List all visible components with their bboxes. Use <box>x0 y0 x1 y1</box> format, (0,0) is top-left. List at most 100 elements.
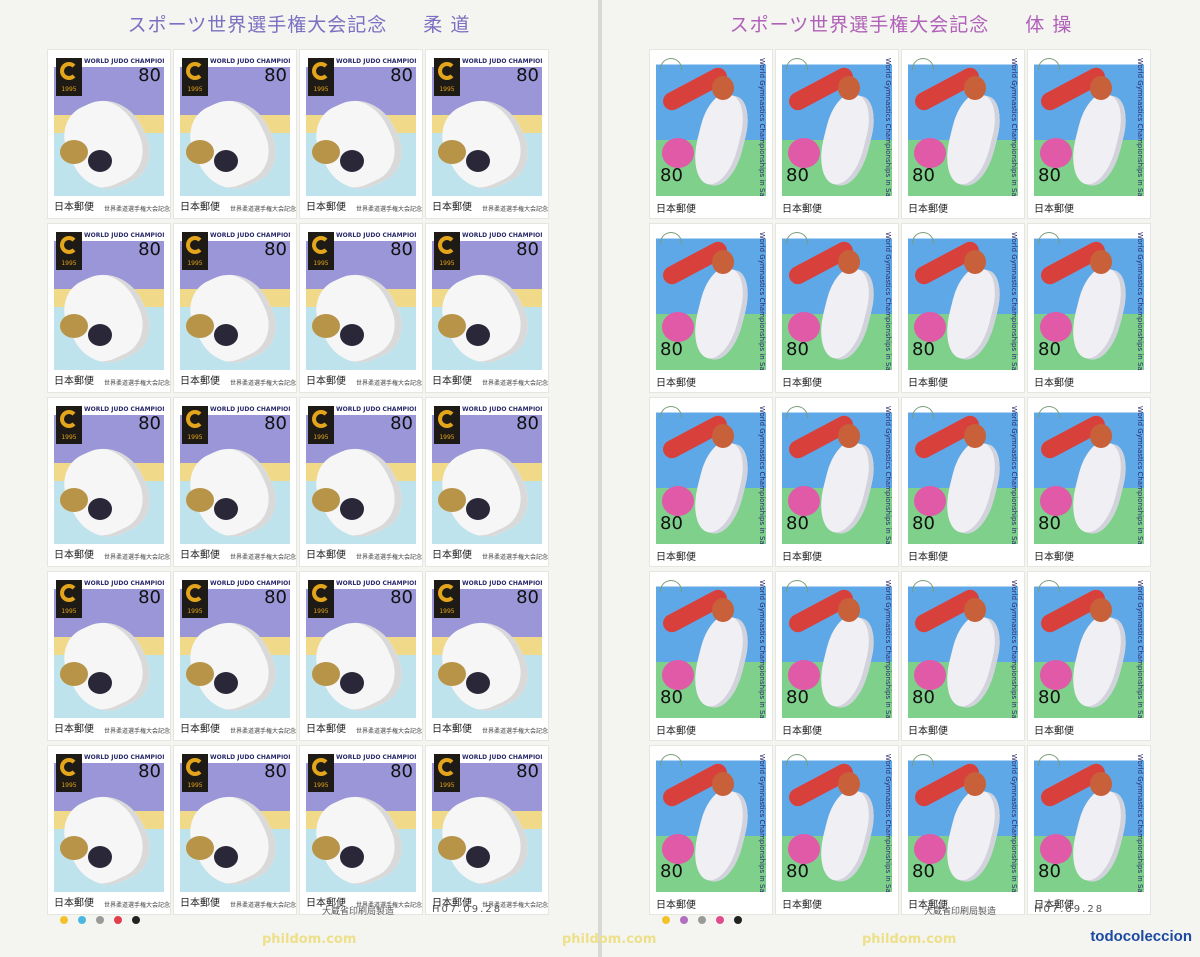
sheet-title: スポーツ世界選手権大会記念体 操 <box>729 14 1073 36</box>
country-name: 日本郵便 <box>782 204 822 215</box>
stamp-value: 80 <box>912 339 935 360</box>
stamp-artwork: 80 World Gymnastics Championships in Saba… <box>782 56 892 196</box>
judoka-head <box>340 498 364 520</box>
judo-sheet: スポーツ世界選手権大会記念柔 道 WORLD JUDO CHAMPIONSHIP… <box>0 0 598 957</box>
country-name: 日本郵便 <box>306 550 346 561</box>
championship-logo <box>56 580 82 618</box>
stamp-caption: World Gymnastics Championships in Sabae <box>1010 232 1018 370</box>
country-name: 日本郵便 <box>54 898 94 909</box>
stamp-artwork: WORLD JUDO CHAMPIONSHIPS80 <box>54 752 164 892</box>
stamp-caption: World Gymnastics Championships in Sabae <box>1010 58 1018 196</box>
stamp-artwork: WORLD JUDO CHAMPIONSHIPS80 <box>432 56 542 196</box>
stamp-caption: WORLD JUDO CHAMPIONSHIPS <box>210 406 290 413</box>
gymnastics-sheet: スポーツ世界選手権大会記念体 操 80 World Gymnastics Cham… <box>602 0 1200 957</box>
country-name: 日本郵便 <box>908 552 948 563</box>
judoka-head <box>438 836 466 860</box>
registration-dot <box>96 916 104 924</box>
gymnast-head <box>1090 772 1112 796</box>
registration-dot <box>734 916 742 924</box>
stamp-artwork: WORLD JUDO CHAMPIONSHIPS80 <box>432 752 542 892</box>
arena-dome-icon <box>660 754 682 766</box>
stamp-caption: WORLD JUDO CHAMPIONSHIPS <box>84 232 164 239</box>
stamp-artwork: 80 World Gymnastics Championships in Saba… <box>908 56 1018 196</box>
country-name: 日本郵便 <box>908 378 948 389</box>
stamp-artwork: 80 World Gymnastics Championships in Saba… <box>782 752 892 892</box>
gym-stamp: 80 World Gymnastics Championships in Saba… <box>776 746 898 914</box>
gymnast-figure <box>914 834 946 864</box>
stamp-inscription: 世界柔道選手権大会記念 平成7年 <box>230 206 296 213</box>
stamp-caption: WORLD JUDO CHAMPIONSHIPS <box>210 754 290 761</box>
country-name: 日本郵便 <box>908 204 948 215</box>
stamp-caption: WORLD JUDO CHAMPIONSHIPS <box>336 754 416 761</box>
championship-logo <box>434 580 460 618</box>
judo-stamp: WORLD JUDO CHAMPIONSHIPS80 日本郵便 世界柔道選手権大会記… <box>300 224 422 392</box>
judo-stamp: WORLD JUDO CHAMPIONSHIPS80 日本郵便 世界柔道選手権大会記… <box>174 572 296 740</box>
gymnast-figure <box>1040 312 1072 342</box>
stamp-value: 80 <box>516 65 539 86</box>
stamp-value: 80 <box>660 339 683 360</box>
judoka-head <box>340 846 364 868</box>
stamp-artwork: 80 World Gymnastics Championships in Saba… <box>782 230 892 370</box>
country-name: 日本郵便 <box>306 376 346 387</box>
stamp-caption: World Gymnastics Championships in Sabae <box>758 406 766 544</box>
gymnast-head <box>712 250 734 274</box>
country-name: 日本郵便 <box>1034 204 1074 215</box>
stamp-caption: WORLD JUDO CHAMPIONSHIPS <box>84 58 164 65</box>
country-name: 日本郵便 <box>656 552 696 563</box>
gym-stamp: 80 World Gymnastics Championships in Saba… <box>1028 224 1150 392</box>
stamp-artwork: WORLD JUDO CHAMPIONSHIPS80 <box>306 578 416 718</box>
gymnast-head <box>1090 598 1112 622</box>
country-name: 日本郵便 <box>306 202 346 213</box>
gymnast-figure <box>939 785 1007 887</box>
arena-dome-icon <box>912 58 934 70</box>
stamp-caption: World Gymnastics Championships in Sabae <box>1136 754 1144 892</box>
judoka-head <box>88 672 112 694</box>
country-name: 日本郵便 <box>180 724 220 735</box>
gym-stamp: 80 World Gymnastics Championships in Saba… <box>1028 746 1150 914</box>
stamp-value: 80 <box>786 687 809 708</box>
stamp-value: 80 <box>516 413 539 434</box>
gymnast-figure <box>788 834 820 864</box>
country-name: 日本郵便 <box>54 724 94 735</box>
gym-stamp: 80 World Gymnastics Championships in Saba… <box>776 224 898 392</box>
championship-logo <box>182 406 208 444</box>
judoka-head <box>214 846 238 868</box>
championship-logo <box>434 406 460 444</box>
arena-dome-icon <box>912 754 934 766</box>
arena-dome-icon <box>1038 580 1060 592</box>
stamp-value: 80 <box>390 413 413 434</box>
stamp-caption: World Gymnastics Championships in Sabae <box>1010 754 1018 892</box>
stamp-value: 80 <box>660 687 683 708</box>
judoka-head <box>60 836 88 860</box>
stamp-artwork: 80 World Gymnastics Championships in Saba… <box>908 752 1018 892</box>
judoka-head <box>312 140 340 164</box>
gymnast-figure <box>813 437 881 539</box>
gym-stamp: 80 World Gymnastics Championships in Saba… <box>902 572 1024 740</box>
arena-dome-icon <box>1038 58 1060 70</box>
stamp-caption: WORLD JUDO CHAMPIONSHIPS <box>210 232 290 239</box>
stamp-caption: World Gymnastics Championships in Sabae <box>1010 406 1018 544</box>
arena-dome-icon <box>660 232 682 244</box>
stamp-value: 80 <box>264 587 287 608</box>
gymnast-head <box>838 598 860 622</box>
stamp-artwork: WORLD JUDO CHAMPIONSHIPS80 <box>180 230 290 370</box>
judoka-head <box>312 488 340 512</box>
country-name: 日本郵便 <box>432 550 472 561</box>
arena-dome-icon <box>912 406 934 418</box>
gymnast-head <box>964 424 986 448</box>
stamp-value: 80 <box>390 239 413 260</box>
gymnast-figure <box>788 138 820 168</box>
judo-stamp: WORLD JUDO CHAMPIONSHIPS80 日本郵便 世界柔道選手権大会記… <box>48 572 170 740</box>
judoka-head <box>466 846 490 868</box>
registration-dot <box>716 916 724 924</box>
judo-stamp: WORLD JUDO CHAMPIONSHIPS80 日本郵便 世界柔道選手権大会記… <box>174 746 296 914</box>
arena-dome-icon <box>912 232 934 244</box>
gymnast-head <box>1090 424 1112 448</box>
arena-dome-icon <box>786 58 808 70</box>
gymnast-figure <box>788 312 820 342</box>
stamp-caption: World Gymnastics Championships in Sabae <box>1136 232 1144 370</box>
arena-dome-icon <box>786 580 808 592</box>
stamp-inscription: 世界柔道選手権大会記念 平成7年 <box>230 728 296 735</box>
stamp-value: 80 <box>1038 165 1061 186</box>
country-name: 日本郵便 <box>306 724 346 735</box>
